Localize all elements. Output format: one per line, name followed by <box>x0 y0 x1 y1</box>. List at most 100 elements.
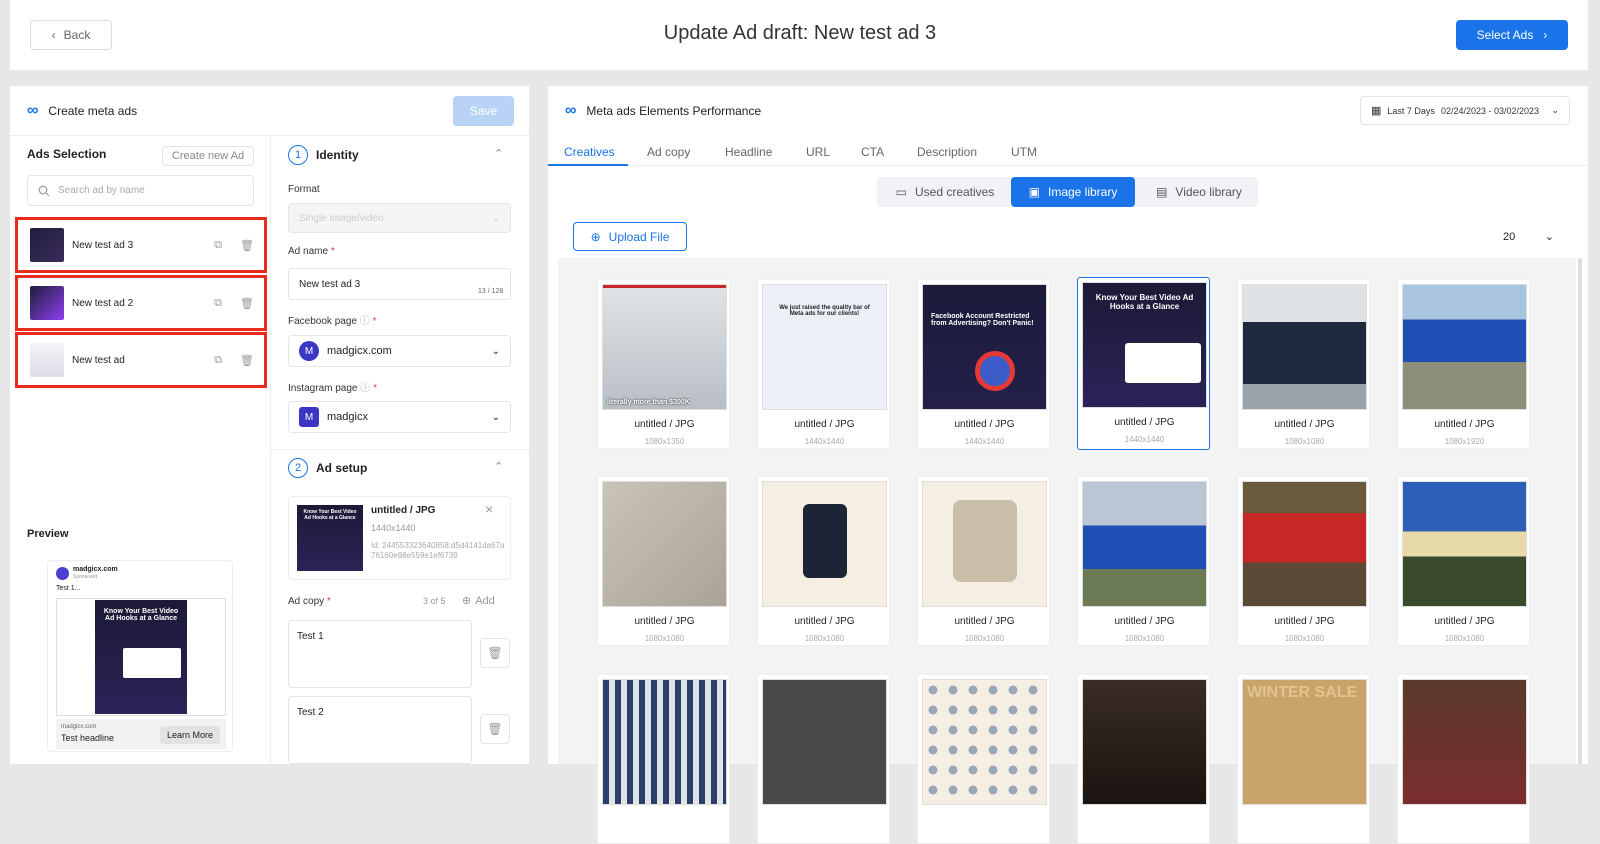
date-range-picker[interactable]: ▦ Last 7 Days 02/24/2023 - 03/02/2023 ⌄ <box>1360 96 1570 125</box>
tab-url[interactable]: URL <box>806 145 830 159</box>
tile-image <box>602 481 727 607</box>
calendar-icon: ▦ <box>1371 105 1382 117</box>
close-icon[interactable]: × <box>485 501 493 517</box>
add-ad-copy-button[interactable]: ⊕ Add <box>462 594 495 608</box>
image-tile-selected[interactable]: Know Your Best Video Ad Hooks at a Glanc… <box>1077 277 1210 450</box>
image-tile[interactable] <box>757 674 890 844</box>
tile-size: 1080x1080 <box>1124 634 1165 643</box>
ad-copy-textarea[interactable]: Test 1 <box>288 620 472 688</box>
facebook-page-select[interactable]: M madgicx.com ⌄ <box>288 335 511 367</box>
select-ads-label: Select Ads <box>1476 28 1534 42</box>
tile-name: untitled / JPG <box>1274 616 1335 627</box>
tile-name: untitled / JPG <box>954 616 1015 627</box>
instagram-page-value: madgicx <box>327 411 368 423</box>
create-new-ad-button[interactable]: Create new Ad <box>162 146 254 166</box>
date-range-label: Last 7 Days <box>1387 105 1435 116</box>
image-tile[interactable]: untitled / JPG 1080x1080 <box>1077 476 1210 646</box>
image-tile[interactable]: literally more than $300K untitled / JPG… <box>597 279 730 449</box>
ad-list-item[interactable]: New test ad 3 ⧉ 🗑 <box>15 217 267 273</box>
image-tile[interactable]: Facebook Account Restricted from Adverti… <box>917 279 1050 449</box>
tile-overlay-text: We just raised the quality bar of Meta a… <box>779 305 870 317</box>
used-creatives-button[interactable]: ▭ Used creatives <box>880 177 1010 207</box>
image-tile[interactable]: We just raised the quality bar of Meta a… <box>757 279 890 449</box>
chevron-down-icon: ⌄ <box>1544 231 1554 243</box>
tab-description[interactable]: Description <box>917 145 977 159</box>
ad-copy-text: Test 2 <box>297 707 324 718</box>
required-mark: * <box>330 246 335 257</box>
video-library-button[interactable]: ▤ Video library <box>1140 177 1258 207</box>
chevron-right-icon: › <box>1543 28 1548 42</box>
duplicate-icon[interactable]: ⧉ <box>214 239 222 252</box>
performance-header: ∞ Meta ads Elements Performance <box>565 102 761 120</box>
chevron-up-icon[interactable]: ⌃ <box>494 147 503 160</box>
tile-creative-table <box>1125 343 1201 383</box>
identity-section-header[interactable]: 1 Identity <box>288 145 359 165</box>
upload-file-button[interactable]: ⊕ Upload File <box>573 222 687 251</box>
chevron-up-icon[interactable]: ⌃ <box>494 460 503 473</box>
image-tile[interactable]: untitled / JPG 1080x1080 <box>1237 476 1370 646</box>
selected-media-card: Know Your Best Video Ad Hooks at a Glanc… <box>288 496 511 580</box>
page-size-select[interactable]: 20 ⌄ <box>1495 222 1562 251</box>
image-tile[interactable]: untitled / JPG 1080x1080 <box>1237 279 1370 449</box>
image-tile[interactable]: untitled / JPG 1080x1080 <box>1397 476 1530 646</box>
tab-headline[interactable]: Headline <box>725 145 772 159</box>
trash-icon[interactable]: 🗑 <box>240 239 254 252</box>
ad-name-input[interactable]: New test ad 3 <box>288 268 511 300</box>
image-tile[interactable] <box>1397 674 1530 844</box>
add-label: Add <box>475 594 495 607</box>
search-placeholder: Search ad by name <box>58 185 145 196</box>
instagram-page-select[interactable]: M madgicx ⌄ <box>288 401 511 433</box>
image-tile[interactable]: untitled / JPG 1080x1920 <box>1397 279 1530 449</box>
meta-logo-icon: ∞ <box>565 102 577 119</box>
image-tile[interactable]: untitled / JPG 1080x1080 <box>597 476 730 646</box>
delete-copy-button[interactable]: 🗑 <box>480 714 510 744</box>
tile-size: 1080x1080 <box>644 634 685 643</box>
tab-cta[interactable]: CTA <box>861 145 884 159</box>
active-tab-underline <box>548 164 628 166</box>
tile-size: 1080x1080 <box>1444 634 1485 643</box>
trash-icon: 🗑 <box>487 646 503 660</box>
selected-media-thumb: Know Your Best Video Ad Hooks at a Glanc… <box>297 505 363 571</box>
ad-copy-textarea[interactable]: Test 2 <box>288 696 472 764</box>
tab-ad-copy[interactable]: Ad copy <box>647 145 690 159</box>
image-tile[interactable] <box>1077 674 1210 844</box>
tile-size: 1440x1440 <box>1124 435 1165 444</box>
used-creatives-label: Used creatives <box>914 185 995 199</box>
video-icon: ▤ <box>1156 185 1168 199</box>
duplicate-icon[interactable]: ⧉ <box>214 354 222 367</box>
tile-image: We just raised the quality bar of Meta a… <box>762 284 887 410</box>
image-tile[interactable]: untitled / JPG 1080x1080 <box>917 476 1050 646</box>
tab-creatives[interactable]: Creatives <box>564 145 615 159</box>
ad-list-item[interactable]: New test ad 2 ⧉ 🗑 <box>15 275 267 331</box>
format-select[interactable]: Single image/video ⌄ <box>288 203 511 233</box>
media-name: untitled / JPG <box>371 505 436 516</box>
image-tile[interactable] <box>917 674 1050 844</box>
image-tile[interactable] <box>597 674 730 844</box>
save-button[interactable]: Save <box>453 96 514 126</box>
preview-cta-button: Learn More <box>160 726 220 744</box>
select-ads-button[interactable]: Select Ads › <box>1456 20 1568 50</box>
preview-sponsored: Sponsored <box>73 574 98 580</box>
ad-list-item[interactable]: New test ad ⧉ 🗑 <box>15 332 267 388</box>
image-tile[interactable]: WINTER SALE <box>1237 674 1370 844</box>
page-size-value: 20 <box>1503 230 1516 243</box>
ad-name-label: Ad name * <box>288 246 335 257</box>
vest-shape <box>803 504 847 578</box>
ad-copy-text: Test 1 <box>297 631 324 642</box>
selected-media-title: Know Your Best Video Ad Hooks at a Glanc… <box>303 509 357 521</box>
image-tile[interactable]: untitled / JPG 1080x1080 <box>757 476 890 646</box>
trash-icon[interactable]: 🗑 <box>240 297 254 310</box>
tab-utm[interactable]: UTM <box>1011 145 1037 159</box>
delete-copy-button[interactable]: 🗑 <box>480 638 510 668</box>
preview-headline: Test headline <box>61 733 115 743</box>
scrollbar[interactable] <box>1578 258 1582 764</box>
preview-domain: madgicx.com <box>61 724 97 730</box>
tile-size: 1440x1440 <box>964 437 1005 446</box>
search-ad-input[interactable]: Search ad by name <box>27 175 254 206</box>
image-library-button[interactable]: ▣ Image library <box>1011 177 1135 207</box>
preview-creative: Know Your Best Video Ad Hooks at a Glanc… <box>95 600 187 714</box>
ad-setup-section-header[interactable]: 2 Ad setup <box>288 458 367 478</box>
trash-icon[interactable]: 🗑 <box>240 354 254 367</box>
duplicate-icon[interactable]: ⧉ <box>214 297 222 310</box>
tile-image: Facebook Account Restricted from Adverti… <box>922 284 1047 410</box>
